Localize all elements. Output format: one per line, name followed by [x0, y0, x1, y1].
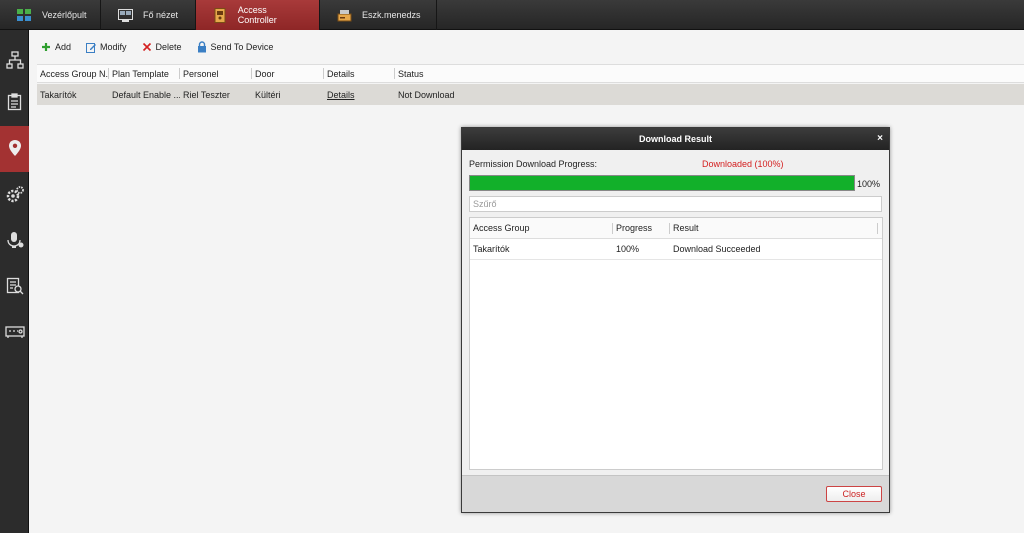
sidebar-item-intercom[interactable] — [0, 218, 29, 264]
device-management-icon — [336, 7, 352, 23]
intercom-icon — [6, 231, 24, 251]
cell-plan-template: Default Enable ... — [112, 89, 180, 100]
sidebar-item-clipboard[interactable] — [0, 80, 29, 126]
column-header[interactable]: Details — [324, 68, 395, 79]
column-header[interactable]: Personel — [180, 68, 252, 79]
send-label: Send To Device — [210, 42, 274, 52]
download-result-dialog: Download Result × Permission Download Pr… — [461, 127, 890, 513]
tab-label: Eszk.menedzs — [362, 10, 421, 20]
modify-button[interactable]: Modify — [85, 41, 127, 53]
progress-status: Downloaded (100%) — [702, 159, 784, 169]
cell-access-group: Takarítók — [40, 89, 77, 100]
table-row[interactable]: Takarítók Default Enable ... Riel Teszte… — [37, 84, 1024, 105]
send-to-device-button[interactable]: Send To Device — [196, 41, 274, 53]
sidebar-item-location[interactable] — [0, 126, 29, 172]
location-pin-icon — [7, 139, 23, 159]
sidebar-item-settings[interactable] — [0, 172, 29, 218]
access-controller-icon — [212, 7, 228, 23]
cell-result: Download Succeeded — [673, 244, 761, 254]
column-header[interactable]: Access Group N... — [37, 68, 109, 79]
tab-label: Vezérlőpult — [42, 10, 87, 20]
add-label: Add — [55, 42, 72, 52]
column-header[interactable]: Plan Template — [109, 68, 180, 79]
tab-device-management[interactable]: Eszk.menedzs — [320, 0, 437, 30]
tab-main-view[interactable]: Fő nézet — [101, 0, 196, 30]
main-view-icon — [117, 7, 133, 23]
clipboard-icon — [7, 93, 23, 113]
column-header[interactable]: Status — [395, 68, 515, 79]
toolbar: Add Modify Delete Send To Device — [29, 31, 1024, 63]
table-row[interactable]: Takarítók 100% Download Succeeded — [470, 239, 882, 260]
cell-status: Not Download — [398, 89, 455, 100]
column-header[interactable]: Door — [252, 68, 324, 79]
result-table-header: Access Group Progress Result — [470, 218, 882, 239]
close-button[interactable]: Close — [826, 486, 882, 502]
delete-x-icon — [141, 41, 153, 53]
report-search-icon — [6, 277, 24, 297]
column-header[interactable]: Access Group — [470, 222, 613, 234]
download-progress-bar — [469, 175, 855, 191]
device-icon — [4, 325, 25, 341]
sidebar-item-network[interactable] — [0, 38, 29, 84]
add-button[interactable]: Add — [40, 41, 71, 53]
sidebar-item-report[interactable] — [0, 264, 29, 310]
left-sidebar — [0, 30, 29, 533]
dialog-footer: Close — [462, 475, 889, 512]
tab-label: Access Controller — [237, 5, 277, 25]
delete-label: Delete — [155, 42, 182, 52]
filter-input[interactable]: Szűrő — [469, 196, 882, 212]
top-tab-bar: Vezérlőpult Fő nézet Access Controller E… — [0, 0, 1024, 30]
dashboard-icon — [16, 7, 32, 23]
access-group-table-header: Access Group N... Plan Template Personel… — [37, 64, 1024, 83]
tab-label: Fő nézet — [143, 10, 179, 20]
tab-dashboard[interactable]: Vezérlőpult — [0, 0, 101, 30]
plus-icon — [40, 41, 52, 53]
lock-icon — [196, 41, 208, 53]
cell-access-group: Takarítók — [473, 244, 510, 254]
edit-icon — [85, 41, 97, 53]
sidebar-item-device[interactable] — [0, 310, 29, 356]
details-link[interactable]: Details — [327, 90, 355, 100]
progress-label: Permission Download Progress: — [469, 159, 598, 169]
dialog-title: Download Result — [638, 134, 712, 144]
dialog-title-bar[interactable]: Download Result × — [462, 128, 889, 150]
tab-access-controller[interactable]: Access Controller — [196, 0, 320, 30]
close-icon[interactable]: × — [877, 133, 883, 144]
gear-settings-icon — [5, 185, 25, 205]
result-table: Access Group Progress Result Takarítók 1… — [469, 217, 883, 470]
cell-progress: 100% — [616, 244, 640, 254]
cell-personel: Riel Teszter — [183, 89, 230, 100]
progress-fill — [470, 176, 854, 190]
modify-label: Modify — [100, 42, 127, 52]
cell-door: Kültéri — [255, 89, 281, 100]
column-header[interactable]: Result — [670, 222, 878, 234]
delete-button[interactable]: Delete — [141, 41, 182, 53]
network-icon — [5, 51, 24, 71]
column-header[interactable]: Progress — [613, 222, 670, 234]
progress-percent: 100% — [857, 179, 881, 189]
